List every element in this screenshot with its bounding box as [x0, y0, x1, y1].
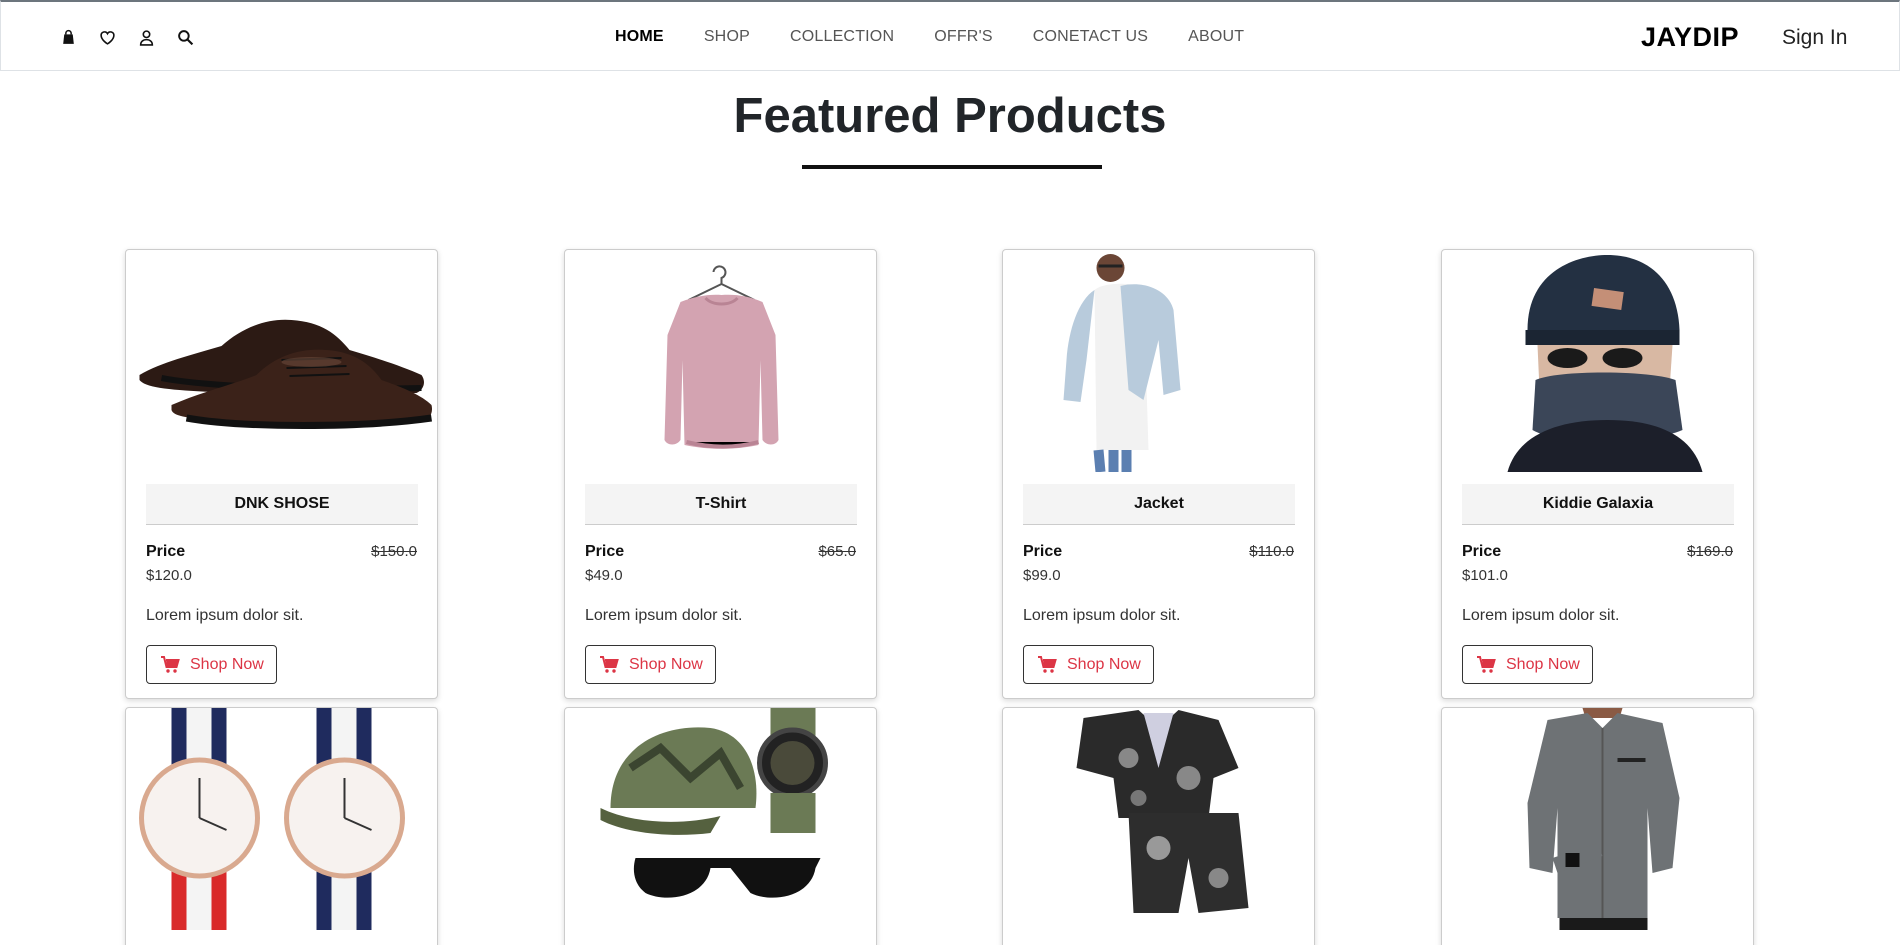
product-card: [125, 707, 438, 945]
shopping-bag-icon[interactable]: [59, 28, 77, 46]
nav-link-about[interactable]: ABOUT: [1188, 28, 1244, 46]
product-card: [1002, 707, 1315, 945]
cart-icon: [161, 655, 180, 673]
product-card: [564, 707, 877, 945]
product-description: Lorem ipsum dolor sit.: [146, 607, 304, 624]
product-name[interactable]: DNK SHOSE: [146, 484, 418, 525]
product-image-sweatshirt[interactable]: [570, 250, 871, 472]
price-label: Price: [585, 543, 625, 560]
nav-link-contact[interactable]: CONETACT US: [1033, 28, 1148, 46]
cart-icon: [600, 655, 619, 673]
product-card: [1441, 707, 1754, 945]
shop-now-label: Shop Now: [1067, 655, 1141, 673]
cart-icon: [1477, 655, 1496, 673]
product-card: T-Shirt Price $65.0 $49.0 Lorem ipsum do…: [564, 249, 877, 699]
shop-now-button[interactable]: Shop Now: [146, 645, 277, 684]
section-title: Featured Products: [733, 89, 1167, 143]
product-card: DNK SHOSE Price $150.0 $120.0 Lorem ipsu…: [125, 249, 438, 699]
nav-link-home[interactable]: HOME: [615, 28, 664, 46]
title-underline: [802, 165, 1102, 169]
heart-icon[interactable]: [98, 28, 116, 46]
shop-now-label: Shop Now: [1506, 655, 1580, 673]
shop-now-button[interactable]: Shop Now: [1462, 645, 1593, 684]
product-image-grey-shirt[interactable]: [1447, 708, 1748, 930]
search-icon[interactable]: [176, 28, 194, 46]
brand-logo[interactable]: JAYDIP: [1641, 22, 1739, 53]
old-price: $150.0: [371, 543, 417, 560]
product-description: Lorem ipsum dolor sit.: [585, 607, 743, 624]
top-navbar: HOME SHOP COLLECTION OFFR'S CONETACT US …: [0, 0, 1900, 71]
nav-link-shop[interactable]: SHOP: [704, 28, 750, 46]
shop-now-button[interactable]: Shop Now: [585, 645, 716, 684]
old-price: $169.0: [1687, 543, 1733, 560]
current-price: $99.0: [1023, 567, 1061, 584]
product-name[interactable]: Jacket: [1023, 484, 1295, 525]
price-label: Price: [146, 543, 186, 560]
product-name[interactable]: T-Shirt: [585, 484, 857, 525]
shop-now-button[interactable]: Shop Now: [1023, 645, 1154, 684]
sign-in-link[interactable]: Sign In: [1782, 26, 1847, 50]
nav-icon-group: [59, 28, 194, 46]
product-name[interactable]: Kiddie Galaxia: [1462, 484, 1734, 525]
product-image-jacket[interactable]: [1008, 250, 1309, 472]
price-label: Price: [1462, 543, 1502, 560]
product-description: Lorem ipsum dolor sit.: [1023, 607, 1181, 624]
product-image-cap-combo[interactable]: [570, 708, 871, 930]
current-price: $49.0: [585, 567, 623, 584]
product-description: Lorem ipsum dolor sit.: [1462, 607, 1620, 624]
product-image-shoes[interactable]: [131, 250, 432, 472]
current-price: $101.0: [1462, 567, 1508, 584]
cart-icon: [1038, 655, 1057, 673]
old-price: $65.0: [818, 543, 856, 560]
shop-now-label: Shop Now: [190, 655, 264, 673]
main-nav: HOME SHOP COLLECTION OFFR'S CONETACT US …: [615, 28, 1284, 46]
user-icon[interactable]: [137, 28, 155, 46]
product-card: Jacket Price $110.0 $99.0 Lorem ipsum do…: [1002, 249, 1315, 699]
product-image-beanie[interactable]: [1447, 250, 1748, 472]
product-image-watches[interactable]: [131, 708, 432, 930]
product-image-printed-set[interactable]: [1008, 708, 1309, 930]
shop-now-label: Shop Now: [629, 655, 703, 673]
current-price: $120.0: [146, 567, 192, 584]
nav-link-offers[interactable]: OFFR'S: [934, 28, 992, 46]
nav-link-collection[interactable]: COLLECTION: [790, 28, 894, 46]
price-label: Price: [1023, 543, 1063, 560]
old-price: $110.0: [1249, 543, 1294, 560]
product-card: Kiddie Galaxia Price $169.0 $101.0 Lorem…: [1441, 249, 1754, 699]
